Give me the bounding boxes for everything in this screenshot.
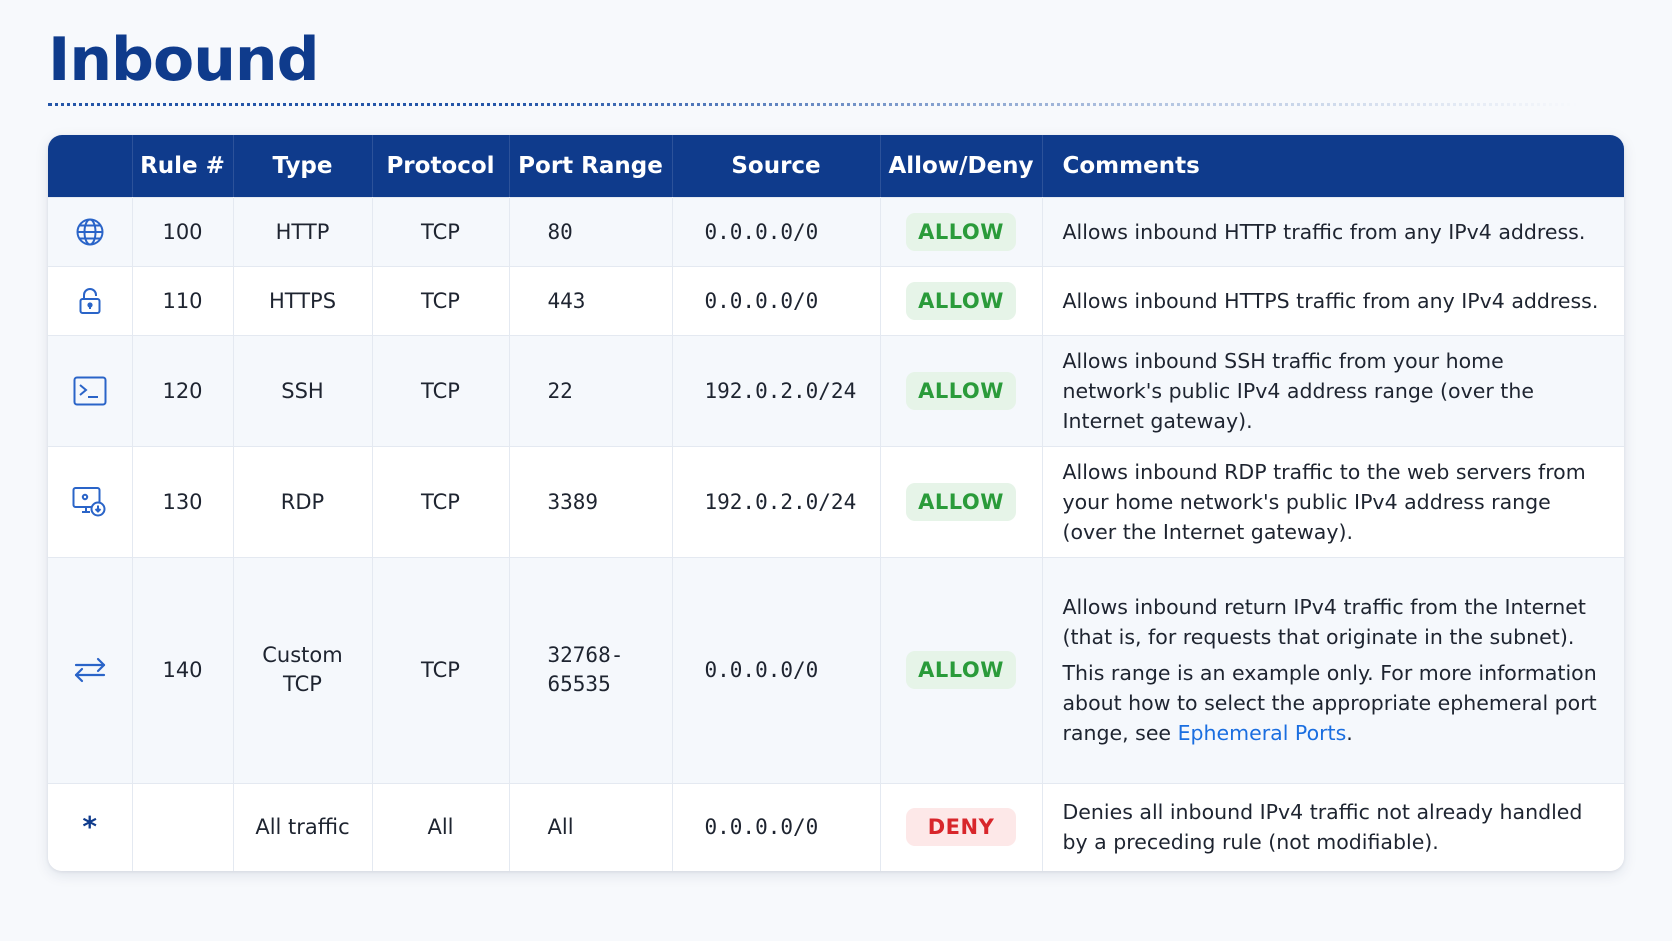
rule-protocol: All bbox=[372, 782, 510, 871]
status-badge: ALLOW bbox=[906, 482, 1016, 521]
rule-source: 192.0.2.0/24 bbox=[672, 445, 881, 557]
rule-protocol: TCP bbox=[372, 445, 510, 557]
header-comments[interactable]: Comments bbox=[1042, 135, 1624, 197]
rule-source: 0.0.0.0/0 bbox=[672, 782, 881, 871]
status-badge: ALLOW bbox=[906, 651, 1016, 689]
rule-type: HTTP bbox=[233, 196, 373, 266]
rule-number: 110 bbox=[132, 265, 234, 335]
rule-number: 100 bbox=[132, 196, 234, 266]
rule-port-range: 32768- 65535 bbox=[509, 556, 673, 783]
rule-type: SSH bbox=[233, 334, 373, 446]
rule-protocol: TCP bbox=[372, 265, 510, 335]
rule-protocol: TCP bbox=[372, 196, 510, 266]
rule-source: 0.0.0.0/0 bbox=[672, 556, 881, 783]
status-badge: ALLOW bbox=[906, 371, 1016, 410]
status-badge: DENY bbox=[906, 808, 1016, 847]
header-port-range[interactable]: Port Range bbox=[509, 135, 673, 197]
rule-source: 0.0.0.0/0 bbox=[672, 265, 881, 335]
rule-protocol: TCP bbox=[372, 334, 510, 446]
rule-type: Custom TCP bbox=[233, 556, 373, 783]
rule-comment: Allows inbound HTTPS traffic from any IP… bbox=[1042, 265, 1624, 335]
table-row[interactable]: 120 SSH TCP 22 192.0.2.0/24 ALLOW Allows… bbox=[48, 334, 1624, 446]
header-source[interactable]: Source bbox=[672, 135, 881, 197]
globe-icon bbox=[76, 218, 104, 245]
rule-comment: Allows inbound return IPv4 traffic from … bbox=[1042, 556, 1624, 783]
rule-comment: Denies all inbound IPv4 traffic not alre… bbox=[1042, 782, 1624, 871]
table-row[interactable]: 110 HTTPS TCP 443 0.0.0.0/0 ALLOW Allows… bbox=[48, 265, 1624, 335]
status-badge: ALLOW bbox=[906, 281, 1016, 320]
rule-number: 130 bbox=[132, 445, 234, 557]
rule-port-range: All bbox=[509, 782, 673, 871]
header-allow-deny[interactable]: Allow/Deny bbox=[880, 135, 1043, 197]
ephemeral-ports-link[interactable]: Ephemeral Ports bbox=[1178, 721, 1347, 745]
rule-protocol: TCP bbox=[372, 556, 510, 783]
header-rule-number[interactable]: Rule # bbox=[132, 135, 234, 197]
table-header-row: Rule # Type Protocol Port Range Source A… bbox=[48, 135, 1624, 197]
table-row[interactable]: * All traffic All All 0.0.0.0/0 DENY Den… bbox=[48, 782, 1624, 871]
table-row[interactable]: 140 Custom TCP TCP 32768- 65535 0.0.0.0/0 … bbox=[48, 556, 1624, 783]
rule-number: 140 bbox=[132, 556, 234, 783]
rule-number bbox=[132, 782, 234, 871]
rule-port-range: 80 bbox=[509, 196, 673, 266]
rule-source: 192.0.2.0/24 bbox=[672, 334, 881, 446]
rule-port-range: 22 bbox=[509, 334, 673, 446]
title-divider bbox=[48, 103, 1578, 106]
lock-icon bbox=[79, 287, 101, 314]
status-badge: ALLOW bbox=[906, 212, 1016, 251]
rule-comment: Allows inbound HTTP traffic from any IPv… bbox=[1042, 196, 1624, 266]
rule-type: HTTPS bbox=[233, 265, 373, 335]
rule-comment: Allows inbound SSH traffic from your hom… bbox=[1042, 334, 1624, 446]
terminal-icon bbox=[73, 376, 107, 405]
inbound-rules-table-card: Rule # Type Protocol Port Range Source A… bbox=[48, 135, 1624, 871]
rule-comment: Allows inbound RDP traffic to the web se… bbox=[1042, 445, 1624, 557]
page: Inbound Rule # Type Protocol Port Range … bbox=[0, 0, 1672, 941]
rule-number: 120 bbox=[132, 334, 234, 446]
page-title: Inbound bbox=[48, 25, 320, 95]
header-protocol[interactable]: Protocol bbox=[372, 135, 510, 197]
header-icon bbox=[48, 135, 133, 197]
inbound-rules-table: Rule # Type Protocol Port Range Source A… bbox=[48, 135, 1624, 871]
header-type[interactable]: Type bbox=[233, 135, 373, 197]
table-row[interactable]: 130 RDP TCP 3389 192.0.2.0/24 ALLOW Allo… bbox=[48, 445, 1624, 557]
rule-type: All traffic bbox=[233, 782, 373, 871]
rule-port-range: 3389 bbox=[509, 445, 673, 557]
bidirectional-arrows-icon bbox=[74, 657, 105, 683]
rule-port-range: 443 bbox=[509, 265, 673, 335]
rule-type: RDP bbox=[233, 445, 373, 557]
table-row[interactable]: 100 HTTP TCP 80 0.0.0.0/0 ALLOW Allows i… bbox=[48, 196, 1624, 266]
asterisk-icon: * bbox=[82, 810, 98, 844]
rule-source: 0.0.0.0/0 bbox=[672, 196, 881, 266]
remote-desktop-icon bbox=[72, 486, 106, 516]
